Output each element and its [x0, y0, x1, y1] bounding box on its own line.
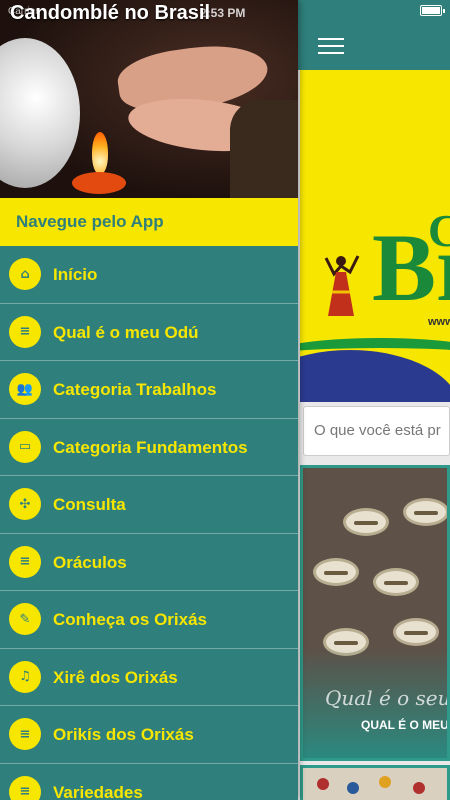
document-icon: ≡	[9, 545, 41, 578]
cowrie-shell-image	[373, 568, 419, 596]
battery-icon	[420, 5, 445, 16]
cowrie-shell-image	[403, 498, 447, 526]
document-icon: ≡	[9, 718, 41, 750]
menu-item-inicio[interactable]: ⌂ Início	[0, 246, 298, 304]
menu-item-orikis-orixas[interactable]: ≡ Orikís dos Orixás	[0, 706, 298, 764]
crystal-ball-image	[0, 38, 80, 188]
menu-item-label: Variedades	[53, 782, 143, 800]
cowrie-shell-image	[393, 618, 439, 646]
menu-item-variedades[interactable]: ≡ Variedades	[0, 764, 298, 800]
app-title: Candomblé no Brasil	[10, 2, 211, 24]
menu-item-categoria-fundamentos[interactable]: ▭ Categoria Fundamentos	[0, 419, 298, 476]
cowrie-shell-image	[343, 508, 389, 536]
drawer-section-title: Navegue pelo App	[0, 198, 298, 246]
menu-item-label: Qual é o meu Odú	[53, 322, 199, 342]
menu-item-label: Consulta	[53, 495, 126, 514]
banner-www: www	[428, 316, 450, 328]
document-icon: ≡	[9, 315, 41, 348]
document-icon: ≡	[9, 775, 41, 800]
navigation-drawer: Navegue pelo App ⌂ Início ≡ Qual é o meu…	[0, 0, 298, 800]
music-note-icon: ♫	[9, 660, 41, 693]
menu-item-label: Categoria Fundamentos	[53, 437, 248, 457]
drawer-header-image	[0, 0, 298, 198]
menu-item-label: Oráculos	[53, 552, 127, 572]
orixa-dancer-icon	[324, 255, 360, 316]
brand-banner: C Br www	[300, 70, 450, 402]
menu-item-categoria-trabalhos[interactable]: 👥 Categoria Trabalhos	[0, 361, 298, 419]
home-icon: ⌂	[9, 258, 41, 290]
search-input[interactable]: O que você está pr	[303, 406, 450, 456]
banner-green-swoosh	[300, 338, 450, 378]
second-card[interactable]	[300, 765, 450, 800]
menu-item-oraculos[interactable]: ≡ Oráculos	[0, 534, 298, 591]
menu-item-label: Orikís dos Orixás	[53, 725, 194, 744]
menu-item-conheca-orixas[interactable]: ✎ Conheça os Orixás	[0, 591, 298, 649]
card-icon: ▭	[9, 430, 41, 463]
menu-item-label: Início	[53, 265, 98, 284]
menu-item-label: Categoria Trabalhos	[53, 380, 217, 399]
featured-card[interactable]: Qual é o seu QUAL É O MEU O	[300, 465, 450, 761]
hamburger-menu-button[interactable]	[318, 38, 344, 58]
menu-item-label: Xirê dos Orixás	[53, 667, 178, 687]
drawer-menu: ⌂ Início ≡ Qual é o meu Odú 👥 Categoria …	[0, 246, 298, 800]
menu-item-consulta[interactable]: ✣ Consulta	[0, 476, 298, 534]
candle-flame-image	[92, 132, 108, 174]
pencil-icon: ✎	[9, 603, 41, 635]
menu-item-xire-orixas[interactable]: ♫ Xirê dos Orixás	[0, 649, 298, 706]
group-icon: 👥	[9, 373, 41, 405]
card-caption: QUAL É O MEU O	[361, 718, 449, 732]
cowrie-shell-image	[313, 558, 359, 586]
card-caption-script: Qual é o seu	[325, 686, 450, 710]
compress-icon: ✣	[9, 488, 41, 520]
menu-item-label: Conheça os Orixás	[53, 610, 208, 629]
menu-item-odu[interactable]: ≡ Qual é o meu Odú	[0, 304, 298, 361]
banner-logo: Br	[372, 214, 450, 321]
